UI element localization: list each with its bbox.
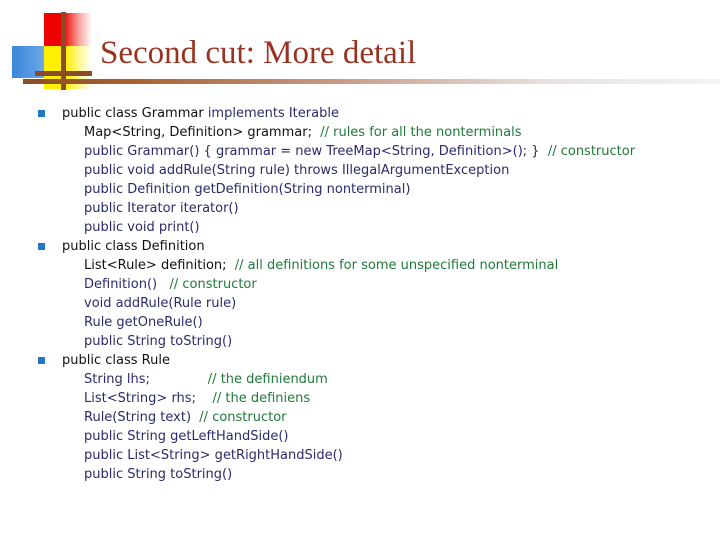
code-group: public class Definition List<Rule> defini… (0, 237, 720, 351)
code-segment-comment: // rules for all the nonterminals (320, 125, 522, 140)
code-line: Definition() // constructor (62, 275, 720, 294)
code-segment-blue: public String toString() (84, 467, 233, 482)
code-segment-blue: Rule getOneRule() (84, 315, 203, 330)
code-segment-comment: // the definiendum (207, 372, 328, 387)
code-segment-comment: // constructor (169, 277, 257, 292)
code-segment-blue: public String getLeftHandSide() (84, 429, 289, 444)
code-line: public class Definition (62, 237, 720, 256)
page-title: Second cut: More detail (100, 35, 417, 71)
code-group: public class Rule String lhs; // the defi… (0, 351, 720, 484)
code-segment-comment: // constructor (199, 410, 287, 425)
code-line: List<Rule> definition; // all definition… (62, 256, 720, 275)
code-segment-blue: void addRule(Rule rule) (84, 296, 237, 311)
square-bullet-icon (38, 357, 45, 364)
logo-horizontal-bar (35, 71, 92, 76)
code-segment-blue: public Definition getDefinition(String n… (84, 182, 411, 197)
code-segment-blue: public Iterator iterator() (84, 201, 239, 216)
code-line: public Iterator iterator() (62, 199, 720, 218)
code-segment-blue: String lhs; (84, 372, 208, 387)
code-segment-blue: public String toString() (84, 334, 233, 349)
code-line: public Grammar() { grammar = new TreeMap… (62, 142, 720, 161)
code-segment-blue: implements Iterable (207, 106, 339, 121)
code-segment-blue: public List<String> getRightHandSide() (84, 448, 343, 463)
slide-header: Second cut: More detail (0, 0, 720, 100)
code-segment-dark: public class Definition (62, 239, 205, 254)
code-segment-blue: public void print() (84, 220, 200, 235)
code-line: String lhs; // the definiendum (62, 370, 720, 389)
code-line: public Definition getDefinition(String n… (62, 180, 720, 199)
code-line: void addRule(Rule rule) (62, 294, 720, 313)
square-bullet-icon (38, 110, 45, 117)
slide-content: public class Grammar implements Iterable… (0, 104, 720, 484)
code-line: public void addRule(String rule) throws … (62, 161, 720, 180)
code-line: Rule getOneRule() (62, 313, 720, 332)
code-line: public class Grammar implements Iterable (62, 104, 720, 123)
code-line: Rule(String text) // constructor (62, 408, 720, 427)
code-group: public class Grammar implements Iterable… (0, 104, 720, 237)
code-line: public String toString() (62, 332, 720, 351)
title-divider (23, 79, 720, 84)
code-segment-dark: public class Grammar (62, 106, 208, 121)
code-segment-blue: List<String> rhs; (84, 391, 213, 406)
code-segment-blue: public Grammar() { grammar = new TreeMap… (84, 144, 548, 159)
code-segment-dark: List<Rule> definition; (84, 258, 235, 273)
code-segment-comment: // constructor (547, 144, 636, 159)
code-line: public String toString() (62, 465, 720, 484)
code-line: List<String> rhs; // the definiens (62, 389, 720, 408)
code-segment-blue: public void addRule(String rule) throws … (84, 163, 510, 178)
square-bullet-icon (38, 243, 45, 250)
code-segment-blue: Rule(String text) (84, 410, 200, 425)
code-segment-dark: public class Rule (62, 353, 170, 368)
code-line: public void print() (62, 218, 720, 237)
code-line: Map<String, Definition> grammar; // rule… (62, 123, 720, 142)
code-line: public class Rule (62, 351, 720, 370)
code-line: public String getLeftHandSide() (62, 427, 720, 446)
code-segment-comment: // the definiens (212, 391, 311, 406)
code-segment-blue: Definition() (84, 277, 170, 292)
code-segment-dark: Map<String, Definition> grammar; (84, 125, 321, 140)
code-segment-comment: // all definitions for some unspecified … (234, 258, 559, 273)
code-line: public List<String> getRightHandSide() (62, 446, 720, 465)
